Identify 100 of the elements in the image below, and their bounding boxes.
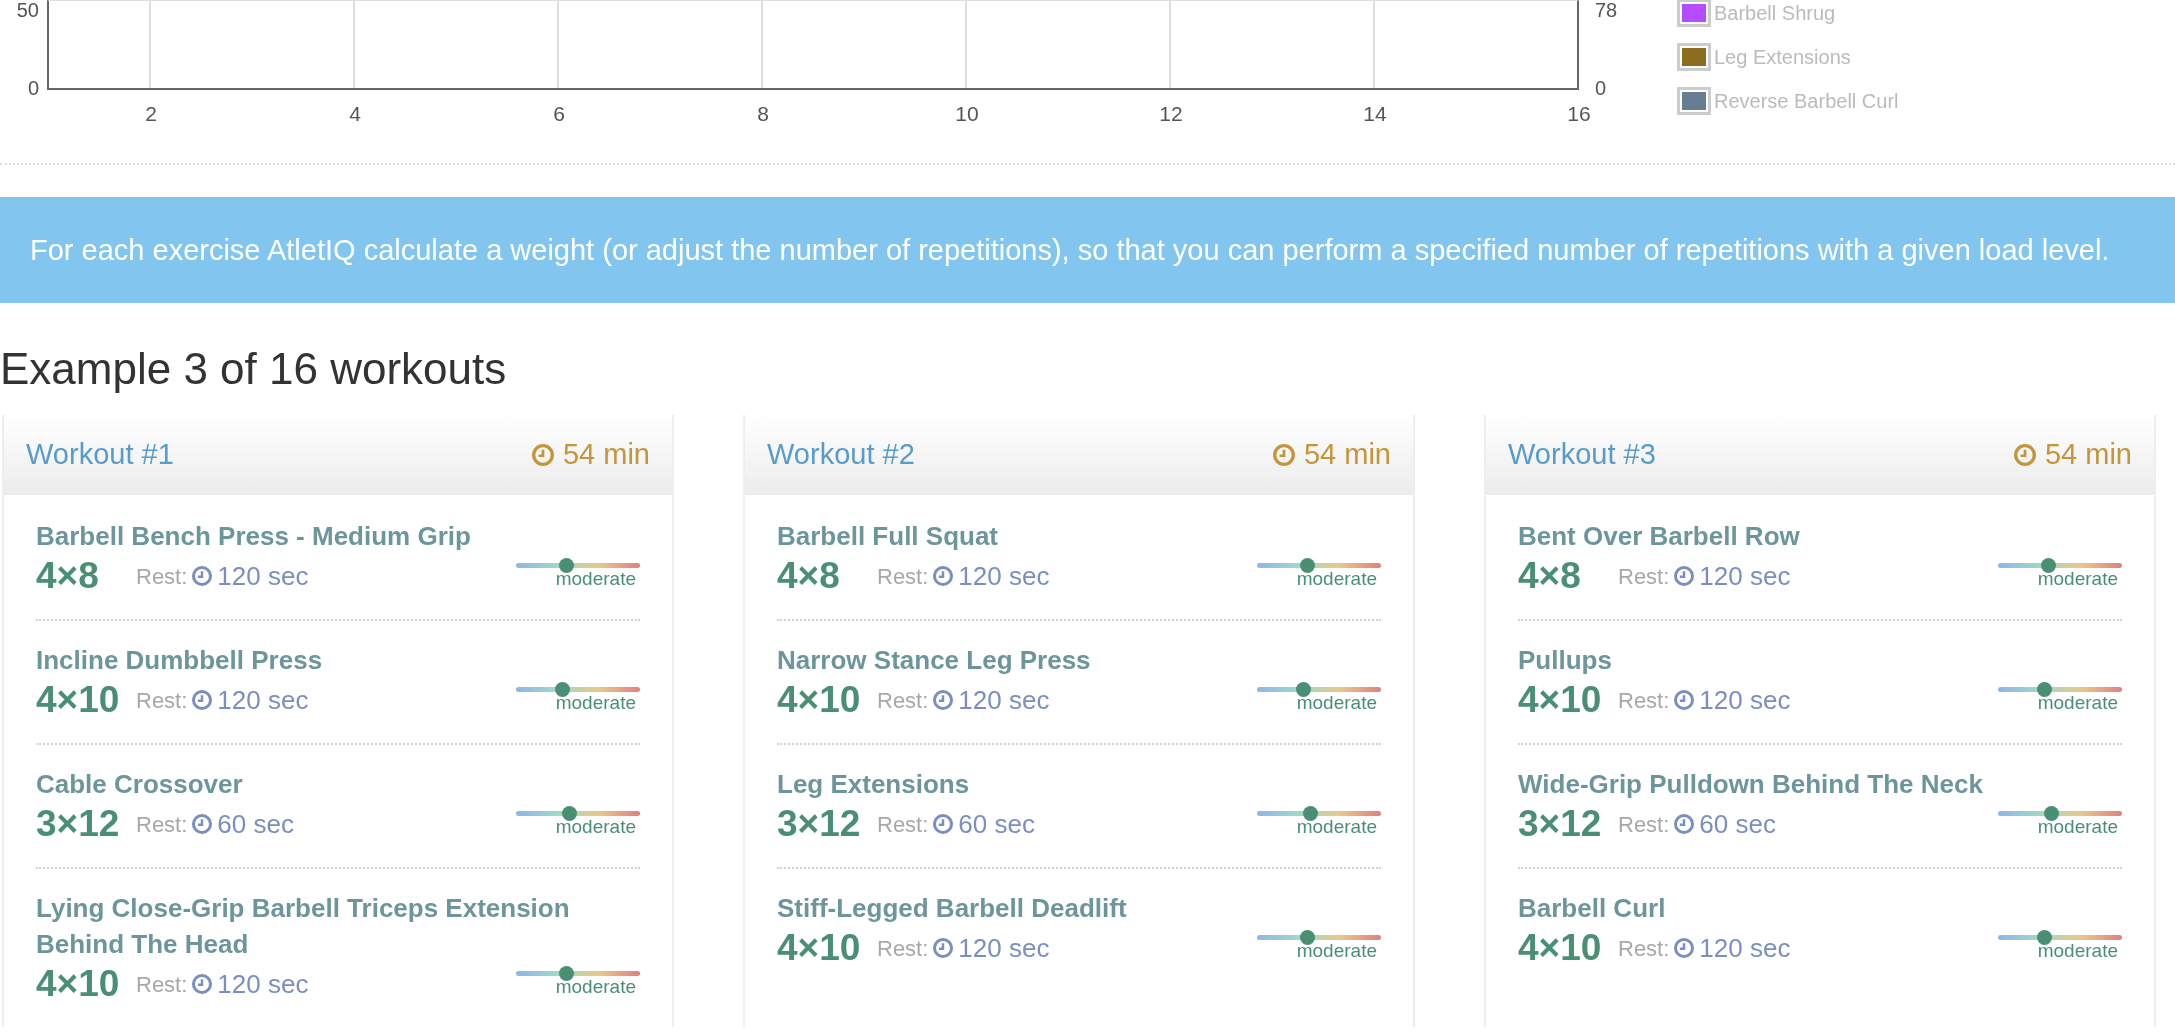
legend-label: Barbell Shrug (1714, 1, 1836, 26)
load-label: moderate (555, 567, 636, 590)
clock-icon (932, 565, 955, 587)
clock-icon (932, 813, 955, 835)
sets-reps: 3×12 (36, 802, 120, 846)
exercise-name: Incline Dumbbell Press (36, 644, 324, 677)
load-label: moderate (555, 975, 636, 998)
sets-reps: 4×10 (36, 678, 120, 722)
rest-time: 120 sec (1699, 931, 1791, 965)
load-label: moderate (2037, 567, 2118, 590)
workout-duration: 54 min (562, 437, 650, 473)
load-label: moderate (555, 815, 636, 838)
load-label: moderate (2037, 691, 2118, 714)
section-heading: Example 3 of 16 workouts (0, 343, 508, 395)
legend-label: Reverse Barbell Curl (1714, 89, 1899, 114)
rest-time: 60 sec (217, 807, 294, 841)
sets-reps: 4×8 (1518, 554, 1582, 598)
sets-reps: 3×12 (1518, 802, 1602, 846)
sets-reps: 4×8 (36, 554, 100, 598)
clock-icon (1673, 565, 1696, 587)
y-axis-tick: 78 (1595, 0, 1619, 20)
sets-reps: 4×10 (777, 926, 861, 970)
x-axis-tick: 8 (756, 101, 770, 127)
clock-icon (530, 443, 555, 467)
rest-label: Rest: (136, 810, 188, 839)
rest-label: Rest: (136, 970, 188, 999)
x-axis-tick: 6 (552, 101, 566, 127)
clock-icon (1673, 813, 1696, 835)
rest-label: Rest: (877, 686, 929, 715)
rest-label: Rest: (1618, 810, 1670, 839)
clock-icon (1673, 937, 1696, 959)
clock-icon (191, 813, 214, 835)
load-label: moderate (555, 691, 636, 714)
workout-title[interactable]: Workout #1 (26, 433, 174, 477)
legend-swatch (1677, 43, 1711, 71)
clock-icon (932, 689, 955, 711)
load-label: moderate (1296, 939, 1377, 962)
load-label: moderate (1296, 815, 1377, 838)
workout-title[interactable]: Workout #3 (1508, 433, 1656, 477)
y-axis-tick: 0 (1595, 78, 1608, 98)
exercise-name: Cable Crossover (36, 768, 244, 801)
clock-icon (2012, 443, 2037, 467)
exercise-name: Lying Close-Grip Barbell Triceps Extension Behind The Head (36, 892, 571, 961)
sets-reps: 4×10 (1518, 926, 1602, 970)
legend-swatch (1677, 87, 1711, 115)
sets-reps: 3×12 (777, 802, 861, 846)
rest-time: 60 sec (958, 807, 1035, 841)
x-axis-tick: 10 (954, 101, 980, 127)
clock-icon (191, 973, 214, 995)
exercise-name: Bent Over Barbell Row (1518, 520, 1801, 553)
sets-reps: 4×8 (777, 554, 841, 598)
rest-time: 120 sec (217, 559, 309, 593)
rest-time: 60 sec (1699, 807, 1776, 841)
clock-icon (932, 937, 955, 959)
load-label: moderate (2037, 815, 2118, 838)
rest-label: Rest: (1618, 686, 1670, 715)
x-axis-tick: 4 (348, 101, 362, 127)
x-axis-tick: 14 (1362, 101, 1388, 127)
workout-duration: 54 min (2044, 437, 2132, 473)
load-label: moderate (1296, 567, 1377, 590)
rest-label: Rest: (136, 562, 188, 591)
exercise-name: Barbell Bench Press - Medium Grip (36, 520, 472, 553)
info-banner: For each exercise AtletIQ calculate a weight (or adjust the number of repetitions), so that you can perform a specified number of repetitions with a given load level. (0, 197, 2175, 303)
rest-time: 120 sec (217, 683, 309, 717)
rest-time: 120 sec (958, 683, 1050, 717)
rest-label: Rest: (877, 810, 929, 839)
rest-time: 120 sec (1699, 559, 1791, 593)
sets-reps: 4×10 (1518, 678, 1602, 722)
rest-label: Rest: (1618, 934, 1670, 963)
workout-title[interactable]: Workout #2 (767, 433, 915, 477)
exercise-name: Barbell Full Squat (777, 520, 1000, 553)
legend-label: Leg Extensions (1714, 45, 1851, 70)
clock-icon (1271, 443, 1296, 467)
clock-icon (191, 565, 214, 587)
rest-time: 120 sec (1699, 683, 1791, 717)
rest-time: 120 sec (217, 967, 309, 1001)
exercise-name: Wide-Grip Pulldown Behind The Neck (1518, 768, 1984, 801)
y-axis-tick: 0 (27, 78, 39, 98)
x-axis-tick: 16 (1566, 101, 1592, 127)
rest-time: 120 sec (958, 931, 1050, 965)
x-axis-tick: 12 (1158, 101, 1184, 127)
rest-label: Rest: (1618, 562, 1670, 591)
rest-time: 120 sec (958, 559, 1050, 593)
clock-icon (191, 689, 214, 711)
y-axis-tick: 50 (16, 0, 39, 20)
rest-label: Rest: (877, 562, 929, 591)
exercise-name: Leg Extensions (777, 768, 971, 801)
exercise-name: Stiff-Legged Barbell Deadlift (777, 892, 1128, 925)
sets-reps: 4×10 (36, 962, 120, 1006)
sets-reps: 4×10 (777, 678, 861, 722)
load-label: moderate (2037, 939, 2118, 962)
exercise-name: Barbell Curl (1518, 892, 1667, 925)
load-label: moderate (1296, 691, 1377, 714)
workout-duration: 54 min (1303, 437, 1391, 473)
rest-label: Rest: (136, 686, 188, 715)
x-axis-tick: 2 (144, 101, 158, 127)
exercise-name: Narrow Stance Leg Press (777, 644, 1092, 677)
clock-icon (1673, 689, 1696, 711)
rest-label: Rest: (877, 934, 929, 963)
exercise-name: Pullups (1518, 644, 1613, 677)
